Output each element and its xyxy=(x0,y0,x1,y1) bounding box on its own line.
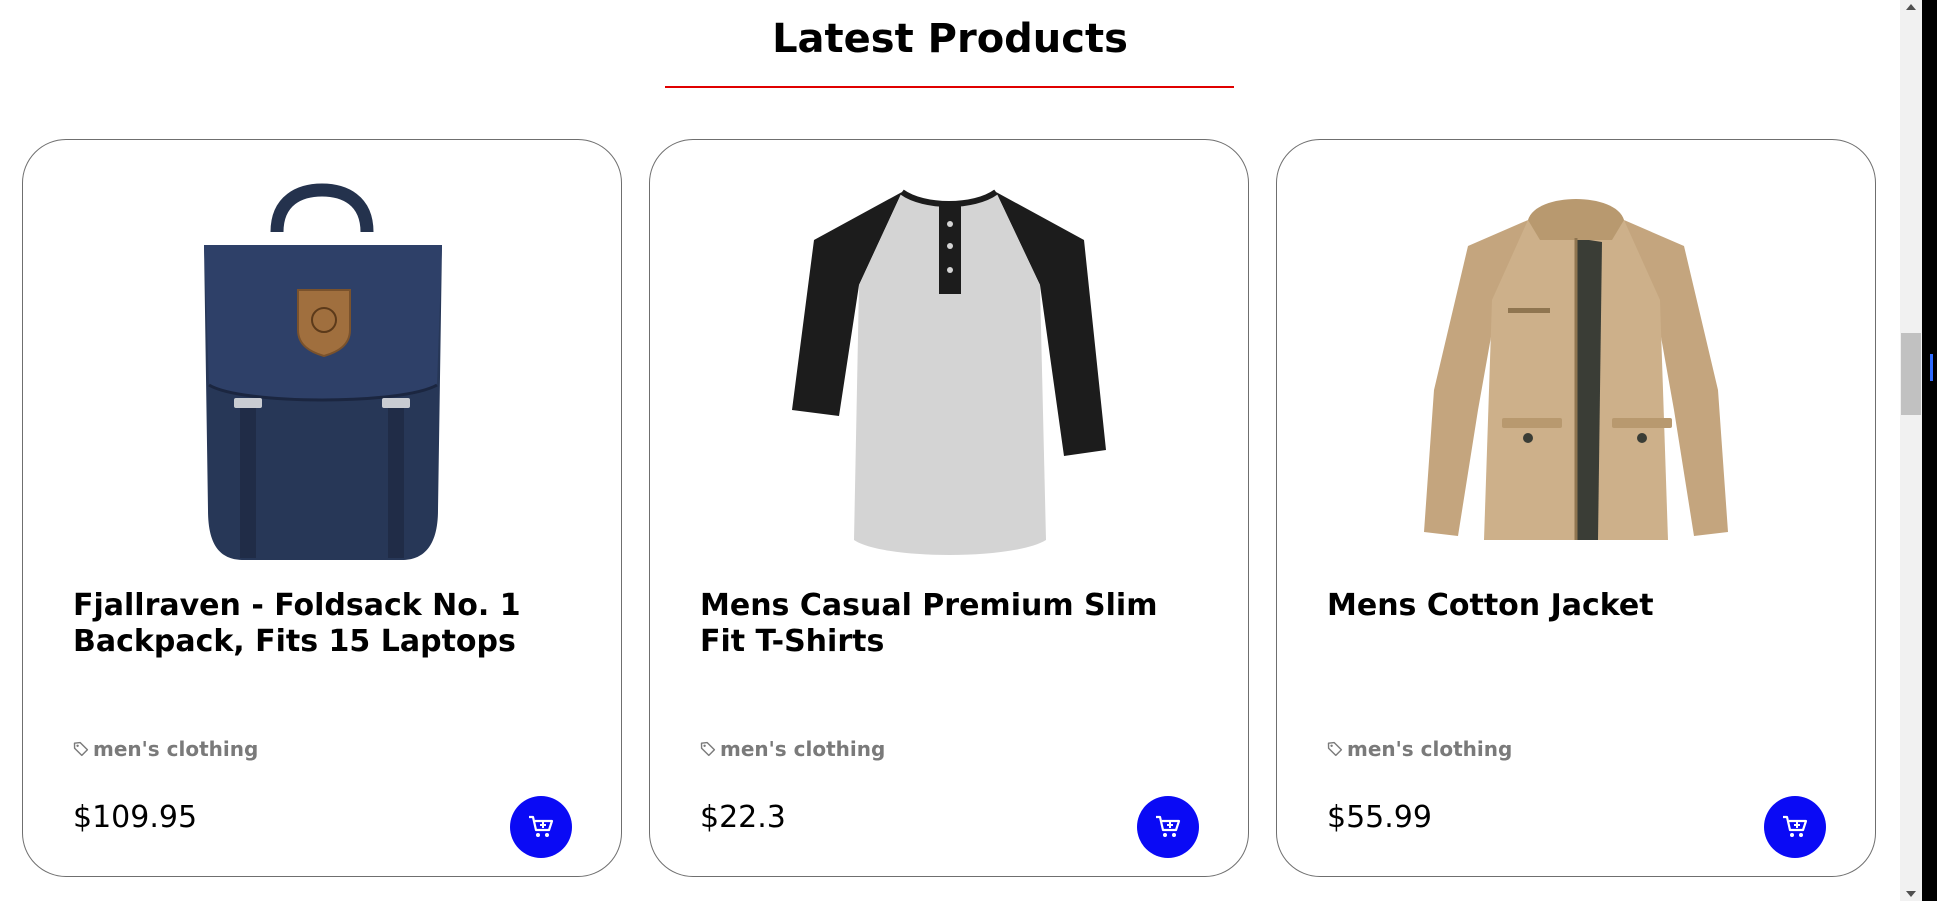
vertical-scrollbar[interactable] xyxy=(1900,0,1922,901)
product-card[interactable]: Fjallraven - Foldsack No. 1 Backpack, Fi… xyxy=(22,139,622,877)
tag-icon xyxy=(1327,741,1343,757)
latest-products-section: Latest Products Fjallraven - Foldsack No… xyxy=(0,0,1900,901)
product-title[interactable]: Mens Cotton Jacket xyxy=(1327,588,1827,624)
product-category: men's clothing xyxy=(73,737,258,761)
cotton-jacket-image[interactable] xyxy=(1277,180,1875,560)
window-edge xyxy=(1922,0,1937,901)
scrollbar-thumb[interactable] xyxy=(1901,333,1921,415)
raglan-tshirt-image[interactable] xyxy=(650,180,1248,560)
category-label: men's clothing xyxy=(720,737,886,761)
product-price: $109.95 xyxy=(73,800,198,835)
section-title: Latest Products xyxy=(772,16,1128,62)
add-to-cart-button[interactable] xyxy=(1764,796,1826,858)
add-to-cart-icon xyxy=(1156,815,1181,837)
scroll-up-arrow-icon[interactable] xyxy=(1906,4,1916,10)
product-price: $55.99 xyxy=(1327,800,1432,835)
add-to-cart-button[interactable] xyxy=(1137,796,1199,858)
category-label: men's clothing xyxy=(1347,737,1513,761)
scroll-down-arrow-icon[interactable] xyxy=(1906,891,1916,897)
add-to-cart-icon xyxy=(1783,815,1808,837)
product-title[interactable]: Mens Casual Premium Slim Fit T-Shirts xyxy=(700,588,1200,660)
product-card[interactable]: Mens Cotton Jacket men's clothing $55.99 xyxy=(1276,139,1876,877)
title-underline xyxy=(665,86,1234,88)
product-category: men's clothing xyxy=(700,737,885,761)
tag-icon xyxy=(73,741,89,757)
backpack-image[interactable] xyxy=(23,180,621,560)
product-category: men's clothing xyxy=(1327,737,1512,761)
add-to-cart-icon xyxy=(529,815,554,837)
add-to-cart-button[interactable] xyxy=(510,796,572,858)
product-title[interactable]: Fjallraven - Foldsack No. 1 Backpack, Fi… xyxy=(73,588,573,660)
product-card[interactable]: Mens Casual Premium Slim Fit T-Shirts me… xyxy=(649,139,1249,877)
edge-indicator xyxy=(1930,354,1933,381)
product-price: $22.3 xyxy=(700,800,786,835)
tag-icon xyxy=(700,741,716,757)
category-label: men's clothing xyxy=(93,737,259,761)
